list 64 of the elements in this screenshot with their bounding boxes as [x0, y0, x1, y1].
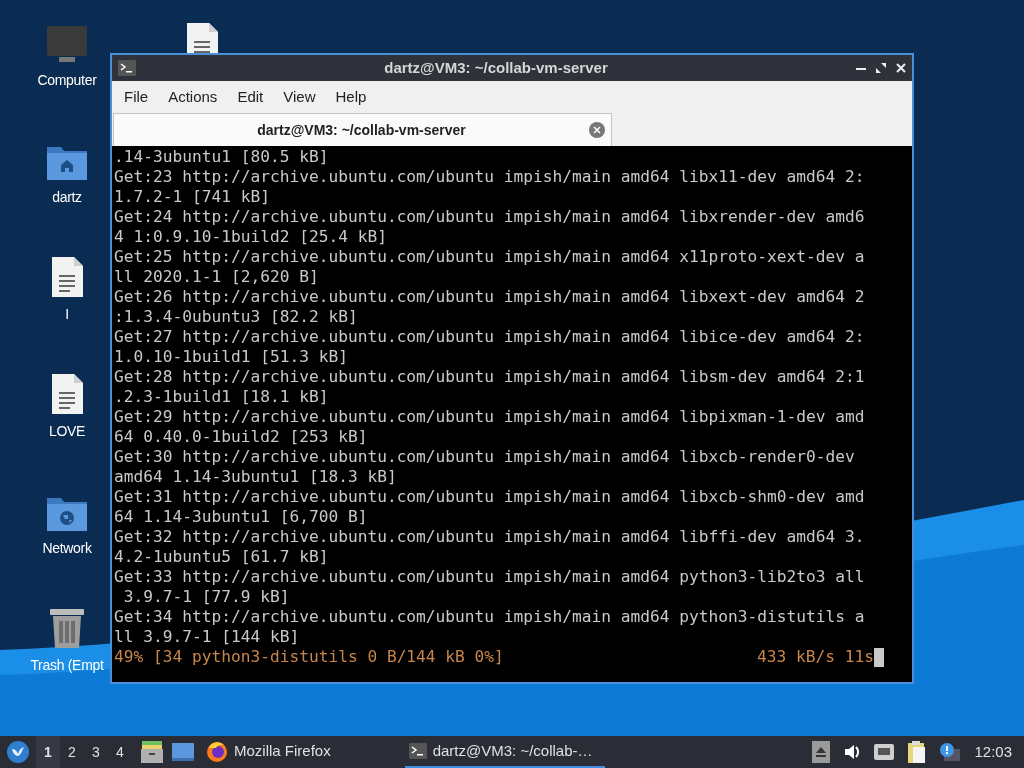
close-icon[interactable] [896, 63, 906, 73]
terminal-line: Get:28 http://archive.ubuntu.com/ubuntu impish/main amd64 libsm-dev amd64 2:1 [114, 367, 865, 387]
terminal-line: Get:26 http://archive.ubuntu.com/ubuntu impish/main amd64 libxext-dev amd64 2 [114, 287, 865, 307]
terminal-line: 64 0.40.0-1build2 [253 kB] [114, 427, 368, 447]
terminal-line: Get:32 http://archive.ubuntu.com/ubuntu impish/main amd64 libffi-dev amd64 3. [114, 527, 865, 547]
terminal-line: .14-3ubuntu1 [80.5 kB] [114, 147, 329, 167]
icon-label: Trash (Empt [30, 656, 104, 675]
icon-label: I [65, 305, 69, 324]
terminal-line: Get:29 http://archive.ubuntu.com/ubuntu impish/main amd64 libpixman-1-dev amd [114, 407, 865, 427]
terminal-line: 3.9.7-1 [77.9 kB] [122, 587, 290, 607]
ethernet-icon[interactable] [874, 744, 895, 760]
terminal-line: ll 3.9.7-1 [144 kB] [114, 627, 300, 647]
terminal-icon[interactable] [118, 60, 136, 76]
trash-icon [48, 607, 86, 649]
icon-label: Network [42, 539, 92, 558]
terminal-line: Get:27 http://archive.ubuntu.com/ubuntu impish/main amd64 libice-dev amd64 2: [114, 327, 865, 347]
menu-item[interactable]: Actions [158, 85, 228, 109]
monitor-icon [45, 26, 89, 64]
terminal-line: Get:30 http://archive.ubuntu.com/ubuntu impish/main amd64 libxcb-render0-dev [114, 447, 855, 467]
terminal-line: 4 1:0.9.10-1build2 [25.4 kB] [114, 227, 387, 247]
workspace-button[interactable]: 4 [108, 736, 132, 768]
document-icon [50, 256, 84, 298]
progress-text: 49% [34 python3-distutils 0 B/144 kB 0%] [114, 647, 504, 667]
terminal-line: .2.3-1build1 [18.1 kB] [114, 387, 329, 407]
icon-label: dartz [52, 188, 82, 207]
task-button[interactable]: Mozilla Firefox [202, 736, 341, 768]
workspace-button[interactable]: 3 [84, 736, 108, 768]
terminal-line: Get:34 http://archive.ubuntu.com/ubuntu impish/main amd64 python3-distutils a [114, 607, 865, 627]
terminal-tab[interactable]: dartz@VM3: ~/collab-vm-server [113, 113, 612, 146]
clipboard-icon[interactable] [908, 741, 927, 763]
file-cabinet-icon[interactable] [140, 741, 164, 763]
terminal-line: 1.7.2-1 [741 kB] [114, 187, 270, 207]
terminal-line: :1.3.4-0ubuntu3 [82.2 kB] [114, 307, 358, 327]
document-icon [50, 373, 84, 415]
window-title: dartz@VM3: ~/collab-vm-server [383, 57, 609, 78]
menu-item[interactable]: Edit [227, 85, 274, 109]
eject-icon[interactable] [812, 741, 831, 763]
terminal-line: 64 1.14-3ubuntu1 [6,700 B] [114, 507, 368, 527]
terminal-line: 4.2-1ubuntu5 [61.7 kB] [114, 547, 329, 567]
start-menu-icon[interactable] [6, 740, 30, 764]
transfer-rate: 433 kB/s 11s [757, 647, 874, 667]
terminal-line: 1.0.10-1build1 [51.3 kB] [114, 347, 348, 367]
terminal-line: amd64 1.14-3ubuntu1 [18.3 kB] [114, 467, 397, 487]
terminal-line: Get:23 http://archive.ubuntu.com/ubuntu impish/main amd64 libx11-dev amd64 2: [114, 167, 865, 187]
terminal-line: Get:33 http://archive.ubuntu.com/ubuntu impish/main amd64 python3-lib2to3 all [114, 567, 865, 587]
clock[interactable]: 12:03 [974, 740, 1012, 764]
terminal-line: ll 2020.1-1 [2,620 B] [114, 267, 319, 287]
terminal-line: Get:24 http://archive.ubuntu.com/ubuntu impish/main amd64 libxrender-dev amd6 [114, 207, 865, 227]
maximize-icon[interactable] [876, 63, 886, 73]
notification-icon[interactable] [940, 743, 961, 761]
task-button[interactable]: dartz@VM3: ~/collab-… [404, 736, 605, 768]
workspace-button[interactable]: 2 [60, 736, 84, 768]
terminal-line: Get:31 http://archive.ubuntu.com/ubuntu impish/main amd64 libxcb-shm0-dev amd [114, 487, 865, 507]
icon-label: Computer [37, 71, 97, 90]
icon-label: LOVE [48, 422, 86, 441]
menu-item[interactable]: View [273, 85, 326, 109]
menu-item[interactable]: File [114, 85, 159, 109]
terminal-icon[interactable] [408, 743, 427, 759]
menu-item[interactable]: Help [325, 85, 377, 109]
firefox-icon[interactable] [206, 740, 228, 762]
cursor [874, 647, 884, 667]
workspace-button[interactable]: 1 [36, 736, 60, 768]
volume-icon[interactable] [844, 744, 861, 760]
terminal-line: Get:25 http://archive.ubuntu.com/ubuntu impish/main amd64 x11proto-xext-dev a [114, 247, 865, 267]
